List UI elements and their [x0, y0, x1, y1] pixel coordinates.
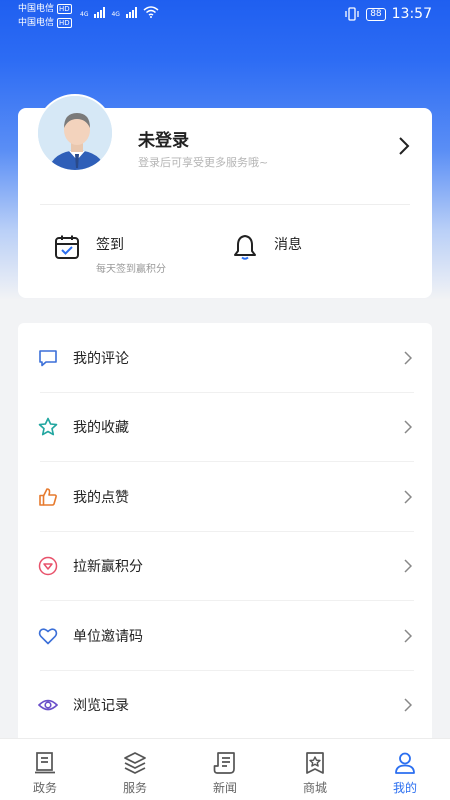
checkin-button[interactable]: 签到 每天签到赢积分	[54, 234, 166, 275]
network-type-2: 4G	[111, 11, 120, 18]
bottom-tab-bar: 政务 服务 新闻 商城 我的	[0, 738, 450, 800]
menu-item-likes[interactable]: 我的点赞	[18, 462, 432, 532]
menu-item-label: 我的收藏	[73, 420, 129, 437]
star-icon	[38, 417, 58, 436]
tab-news[interactable]: 新闻	[180, 739, 270, 800]
chevron-right-icon	[404, 559, 412, 573]
status-bar: 中国电信 HD 中国电信 HD 4G 4G 88 13:57	[0, 0, 450, 32]
tab-mine[interactable]: 我的	[360, 739, 450, 800]
menu-item-label: 我的评论	[73, 350, 129, 367]
signal-icon	[125, 6, 137, 18]
eye-icon	[38, 699, 58, 711]
menu-item-invite-points[interactable]: 拉新赢积分	[18, 532, 432, 601]
tab-label: 我的	[392, 781, 417, 795]
carrier-2: 中国电信	[18, 18, 55, 28]
tab-mall[interactable]: 商城	[270, 739, 360, 800]
avatar[interactable]	[36, 94, 114, 172]
profile-card: 未登录 登录后可享受更多服务哦~ 签到 每天签到赢积分 消息	[18, 94, 432, 298]
menu-item-history[interactable]: 浏览记录	[18, 671, 432, 741]
login-subtitle: 登录后可享受更多服务哦~	[138, 156, 269, 169]
menu-item-label: 浏览记录	[73, 698, 129, 715]
menu-item-label: 单位邀请码	[73, 628, 143, 645]
hd-badge-1: HD	[57, 4, 72, 14]
government-icon	[35, 752, 55, 774]
signal-icon	[94, 6, 106, 18]
layers-icon	[124, 752, 146, 774]
carrier-1: 中国电信	[18, 4, 55, 14]
user-icon	[395, 752, 415, 774]
chevron-right-icon	[404, 629, 412, 643]
comment-icon	[39, 349, 57, 367]
menu-item-invite-code[interactable]: 单位邀请码	[18, 601, 432, 671]
status-right: 88 13:57	[344, 6, 432, 22]
hd-badge-2: HD	[57, 18, 72, 28]
signal-indicators: 4G 4G	[80, 6, 159, 18]
default-avatar-icon	[38, 96, 112, 170]
mall-icon	[306, 752, 324, 774]
tab-government[interactable]: 政务	[0, 739, 90, 800]
checkin-subtitle: 每天签到赢积分	[96, 264, 166, 275]
tab-label: 服务	[122, 781, 147, 795]
menu-item-label: 我的点赞	[73, 489, 129, 506]
heart-icon	[38, 628, 58, 645]
network-type-1: 4G	[80, 11, 89, 18]
menu-item-favorites[interactable]: 我的收藏	[18, 393, 432, 462]
tab-services[interactable]: 服务	[90, 739, 180, 800]
bell-icon	[234, 235, 256, 260]
battery-icon: 88	[366, 7, 386, 21]
invite-icon	[38, 557, 58, 576]
chevron-right-icon	[404, 490, 412, 504]
news-icon	[213, 752, 235, 774]
messages-button[interactable]: 消息	[232, 234, 302, 260]
menu-item-label: 拉新赢积分	[73, 559, 143, 576]
chevron-right-icon	[404, 698, 412, 712]
clock: 13:57	[391, 6, 432, 22]
vibrate-icon	[345, 7, 359, 21]
tab-label: 新闻	[212, 781, 237, 795]
thumbs-up-icon	[39, 487, 57, 506]
chevron-right-icon	[404, 420, 412, 434]
divider	[40, 204, 410, 205]
wifi-icon	[143, 6, 159, 18]
chevron-right-icon	[404, 351, 412, 365]
tab-label: 政务	[32, 781, 57, 795]
checkin-title: 签到	[96, 237, 124, 253]
login-title[interactable]: 未登录	[138, 126, 189, 151]
chevron-right-icon[interactable]	[398, 136, 410, 156]
tab-label: 商城	[302, 781, 327, 795]
messages-title: 消息	[274, 237, 302, 253]
menu-list: 我的评论 我的收藏 我的点赞 拉新赢积分 单位邀请码 浏览记录	[18, 323, 432, 753]
calendar-check-icon	[55, 235, 79, 259]
carrier-info: 中国电信 HD 中国电信 HD	[18, 2, 72, 30]
menu-item-comments[interactable]: 我的评论	[18, 323, 432, 393]
